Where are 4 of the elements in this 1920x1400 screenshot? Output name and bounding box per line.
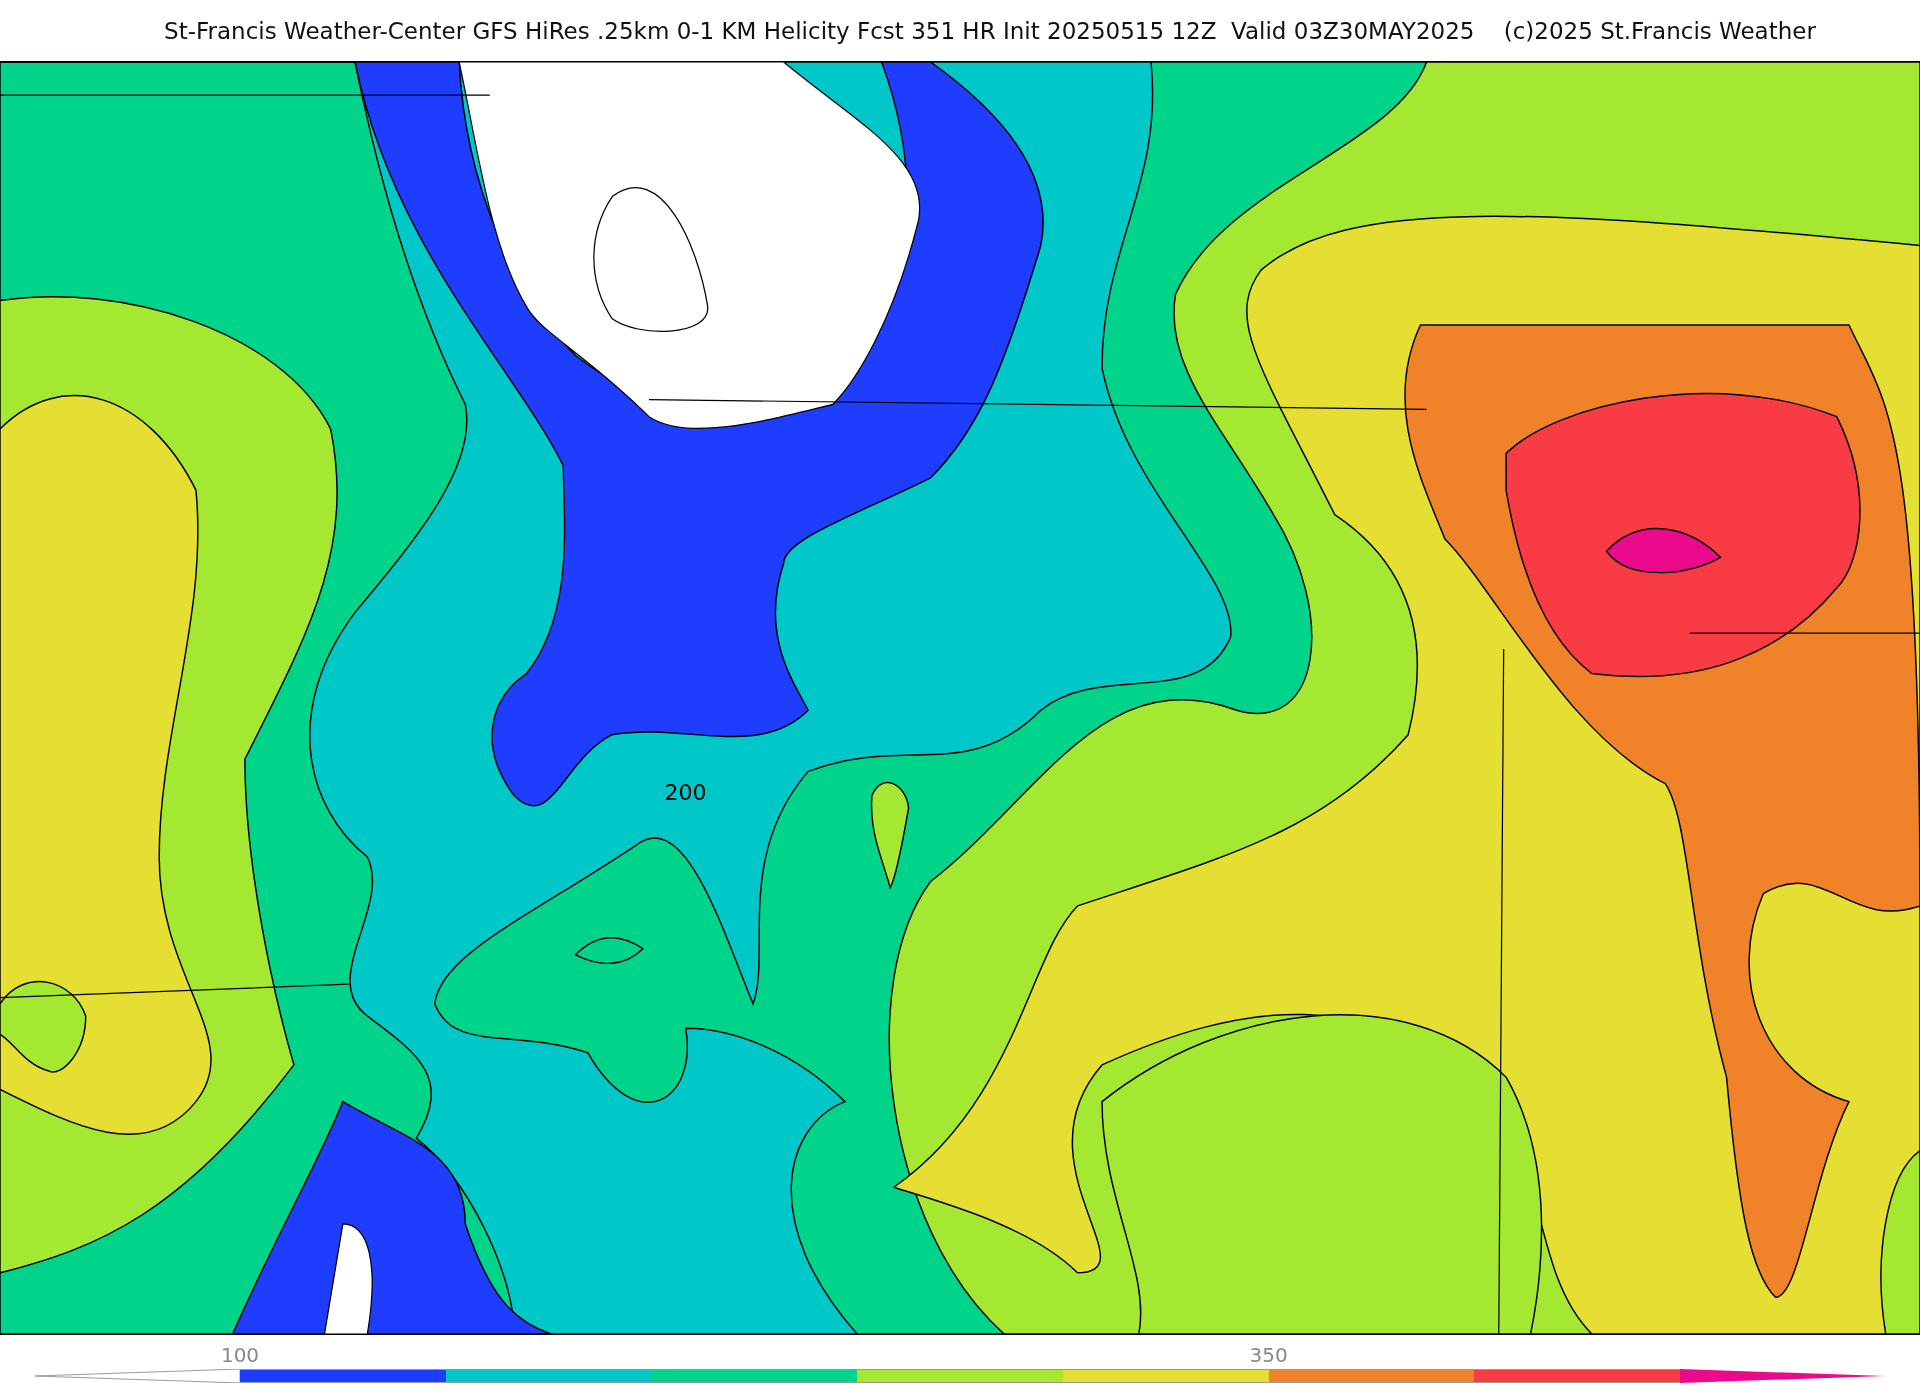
contour-label: 200: [664, 779, 707, 805]
colorbar-tick-label: 100: [220, 1343, 260, 1367]
colorbar-tick-label: 350: [1249, 1343, 1288, 1367]
chart-title: St-Francis Weather-Center GFS HiRes .25km 0-1 KM Helicity Fcst 351 HR Init 20250515 12Z Valid 03Z30MAY2025 (c)2025 St.Francis Weather: [163, 16, 1817, 46]
